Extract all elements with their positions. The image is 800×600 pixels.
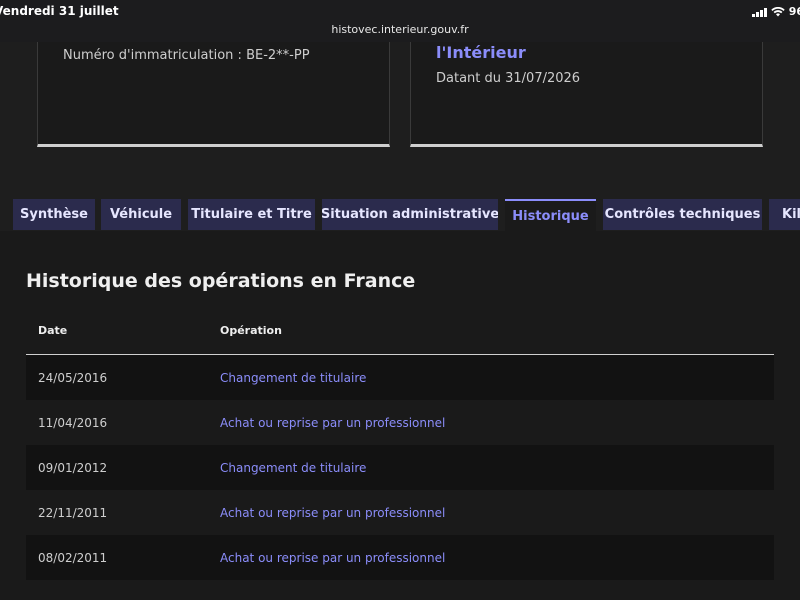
row-operation-link[interactable]: Achat ou reprise par un professionnel — [220, 416, 445, 430]
table-row: 11/04/2016 Achat ou reprise par un profe… — [26, 400, 774, 445]
registration-number: Numéro d'immatriculation : BE-2**-PP — [63, 48, 310, 63]
wifi-icon — [770, 6, 785, 17]
table-row: 08/02/2011 Achat ou reprise par un profe… — [26, 535, 774, 580]
history-title: Historique des opérations en France — [26, 270, 416, 292]
column-header-operation: Opération — [220, 324, 282, 337]
page: Vendredi 31 juillet 96 histovec.interieu… — [0, 0, 800, 600]
tab-titulaire-titre[interactable]: Titulaire et Titre — [188, 199, 315, 230]
report-tabs: Synthèse Véhicule Titulaire et Titre Sit… — [0, 199, 800, 232]
report-card-title: l'Intérieur — [436, 43, 526, 62]
column-header-date: Date — [38, 324, 68, 337]
table-row: 24/05/2016 Changement de titulaire — [26, 355, 774, 400]
status-indicators: 96 — [751, 5, 800, 18]
tab-historique[interactable]: Historique — [505, 199, 596, 232]
row-operation-link[interactable]: Changement de titulaire — [220, 371, 366, 385]
table-row: 09/01/2012 Changement de titulaire — [26, 445, 774, 490]
row-date: 24/05/2016 — [38, 371, 108, 385]
table-row: 22/11/2011 Achat ou reprise par un profe… — [26, 490, 774, 535]
address-bar-url[interactable]: histovec.interieur.gouv.fr — [0, 23, 800, 36]
cellular-signal-icon — [751, 7, 767, 17]
report-date: Datant du 31/07/2026 — [436, 71, 581, 86]
tab-kilometrage[interactable]: Kilométrage — [769, 199, 800, 230]
row-date: 22/11/2011 — [38, 506, 108, 520]
row-operation-link[interactable]: Achat ou reprise par un professionnel — [220, 506, 445, 520]
report-card: l'Intérieur Datant du 31/07/2026 — [410, 42, 763, 147]
tab-controles-techniques[interactable]: Contrôles techniques — [603, 199, 762, 230]
history-table: Date Opération 24/05/2016 Changement de … — [26, 310, 774, 580]
battery-percent: 96 — [788, 5, 800, 18]
row-operation-link[interactable]: Changement de titulaire — [220, 461, 366, 475]
status-time: Vendredi 31 juillet — [0, 4, 119, 18]
row-operation-link[interactable]: Achat ou reprise par un professionnel — [220, 551, 445, 565]
tab-situation-administrative[interactable]: Situation administrative — [322, 199, 498, 230]
row-date: 08/02/2011 — [38, 551, 108, 565]
ios-status-bar: Vendredi 31 juillet 96 histovec.interieu… — [0, 0, 800, 42]
registration-card: Numéro d'immatriculation : BE-2**-PP — [37, 42, 390, 147]
row-date: 11/04/2016 — [38, 416, 108, 430]
row-date: 09/01/2012 — [38, 461, 108, 475]
table-header: Date Opération — [26, 310, 774, 355]
tab-vehicule[interactable]: Véhicule — [101, 199, 181, 230]
tab-synthese[interactable]: Synthèse — [13, 199, 95, 230]
